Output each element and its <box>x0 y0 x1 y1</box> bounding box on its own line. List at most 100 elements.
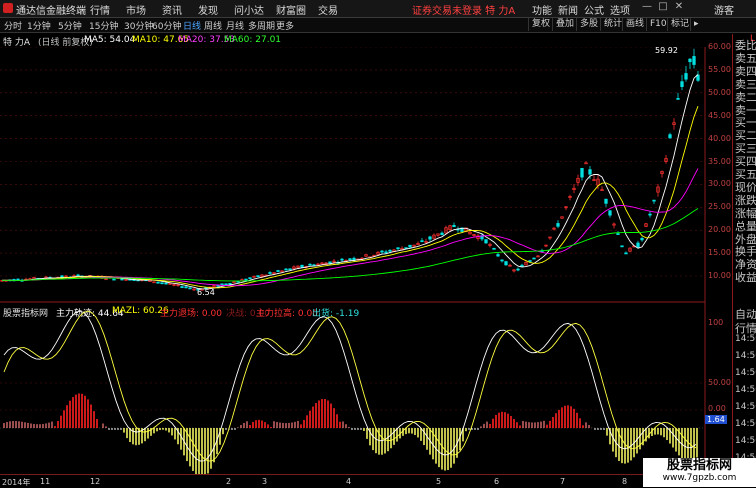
tool-mark[interactable]: 标记 <box>667 18 692 31</box>
candle-body <box>684 73 688 80</box>
candle-body <box>452 225 456 228</box>
tool-overlay[interactable]: 叠加 <box>552 18 577 31</box>
candle-body <box>624 252 628 255</box>
menu-options[interactable]: 选项 <box>610 2 630 17</box>
quote-field-label: 净资 <box>735 258 756 272</box>
user-label[interactable]: 游客 <box>714 2 734 17</box>
menu-trade[interactable]: 交易 <box>318 2 338 17</box>
period-toolbar: 分时 1分钟 5分钟 15分钟 30分钟 60分钟 日线 周线 月线 多周期 更… <box>0 18 756 33</box>
candle-body <box>380 250 384 253</box>
price-axis-label: 40.00 <box>708 133 731 143</box>
quote-field-label: 收益 <box>735 271 756 285</box>
candle-body <box>232 281 236 284</box>
candle-body <box>556 223 560 227</box>
candle-body <box>164 282 168 285</box>
tab-daily[interactable]: 日线 <box>183 19 201 32</box>
candle-body <box>300 264 304 268</box>
price-axis-label: 45.00 <box>708 110 731 120</box>
tool-multi-stock[interactable]: 多股 <box>576 18 601 31</box>
menu-caifuquan[interactable]: 财富圈 <box>276 2 306 17</box>
tab-more[interactable]: 更多 <box>276 19 294 32</box>
ma-line <box>2 168 699 287</box>
menu-news[interactable]: 资讯 <box>162 2 182 17</box>
candle-body <box>500 259 504 262</box>
candle-body <box>224 283 228 286</box>
candle-body <box>640 238 644 241</box>
candle-body <box>384 251 388 254</box>
candle-body <box>520 264 524 267</box>
menu-function[interactable]: 功能 <box>532 2 552 17</box>
candle-body <box>256 275 260 278</box>
candle-body <box>288 268 292 271</box>
quote-field-label: 买一 <box>735 116 756 130</box>
candle-body <box>268 272 272 274</box>
quote-field-label: 卖二 <box>735 90 756 104</box>
price-axis-label: 55.00 <box>708 64 731 74</box>
x-tick: 3 <box>262 477 268 486</box>
maximize-icon[interactable]: □ <box>656 1 670 15</box>
menu-formula[interactable]: 公式 <box>584 2 604 17</box>
watermark-url: www.7gpzb.com <box>662 473 737 483</box>
quote-field-label: 买五 <box>735 168 756 181</box>
tick-time: 14:50 <box>735 368 756 378</box>
tab-weekly[interactable]: 周线 <box>204 19 222 32</box>
candle-body <box>320 262 324 265</box>
tool-fuquan[interactable]: 复权 <box>528 18 553 31</box>
close-icon[interactable]: ✕ <box>672 1 686 15</box>
menu-discover[interactable]: 发现 <box>198 2 218 17</box>
app-logo-icon <box>3 3 13 13</box>
candle-body <box>680 81 684 87</box>
candle-body <box>352 257 356 261</box>
tick-time: 14:50 <box>735 385 756 395</box>
track-line <box>3 310 697 462</box>
quote-field-label: 涨幅 <box>735 206 756 220</box>
x-tick: 4 <box>346 477 352 486</box>
tab-5min[interactable]: 5分钟 <box>58 19 82 32</box>
candle-body <box>496 254 500 257</box>
candle-body <box>692 56 696 65</box>
minimize-icon[interactable]: — <box>640 1 654 15</box>
candle-body <box>580 168 584 178</box>
candle-body <box>188 287 192 290</box>
trade-status: 证券交易未登录 特 力A <box>412 6 516 17</box>
tab-monthly[interactable]: 月线 <box>226 19 244 32</box>
menu-wenxiaoda[interactable]: 问小达 <box>234 2 264 17</box>
tab-30min[interactable]: 30分钟 <box>124 19 153 32</box>
price-high-label: 59.92 <box>655 46 678 55</box>
x-tick: 7 <box>560 477 566 486</box>
tab-1min[interactable]: 1分钟 <box>27 19 51 32</box>
candle-body <box>504 261 508 266</box>
tool-draw[interactable]: 画线 <box>622 18 647 31</box>
x-tick: 8 <box>622 477 628 486</box>
tick-time: 14:50 <box>735 436 756 446</box>
tick-time: 14:50 <box>735 419 756 429</box>
candle-body <box>588 169 592 175</box>
tab-multi[interactable]: 多周期 <box>248 19 275 32</box>
quote-field-label: 卖三 <box>735 77 756 91</box>
tab-fenshi[interactable]: 分时 <box>4 19 22 32</box>
x-tick: 12 <box>90 477 101 486</box>
menu-hq[interactable]: 行情 <box>90 2 110 17</box>
candle-body <box>652 199 656 202</box>
menu-xinwen[interactable]: 新闻 <box>558 2 578 17</box>
sub-axis-100: 100 <box>708 318 724 327</box>
candle-body <box>248 277 252 280</box>
sub-axis-50: 50.00 <box>708 378 731 387</box>
candle-body <box>244 278 248 281</box>
candle-body <box>528 260 532 262</box>
watermark-title: 股票指标网 <box>666 458 732 473</box>
tab-60min[interactable]: 60分钟 <box>152 19 181 32</box>
main-chart-legend: 特 力A (日线 前复权) MA5: 54.04 MA10: 47.65 MA2… <box>0 35 705 48</box>
menu-market[interactable]: 市场 <box>126 2 146 17</box>
quote-field-label: 总量 <box>735 219 756 233</box>
tab-15min[interactable]: 15分钟 <box>89 19 118 32</box>
more-tools-icon[interactable]: ▸ <box>690 18 702 31</box>
candle-body <box>616 233 620 235</box>
price-axis-label: 15.00 <box>708 248 731 258</box>
price-axis-label: 50.00 <box>708 87 731 97</box>
watermark: 股票指标网 www.7gpzb.com <box>643 458 756 487</box>
candle-body <box>184 286 188 289</box>
quote-field-label: 卖四 <box>735 64 756 78</box>
chart-canvas[interactable] <box>0 47 730 474</box>
price-axis-label: 30.00 <box>708 179 731 189</box>
